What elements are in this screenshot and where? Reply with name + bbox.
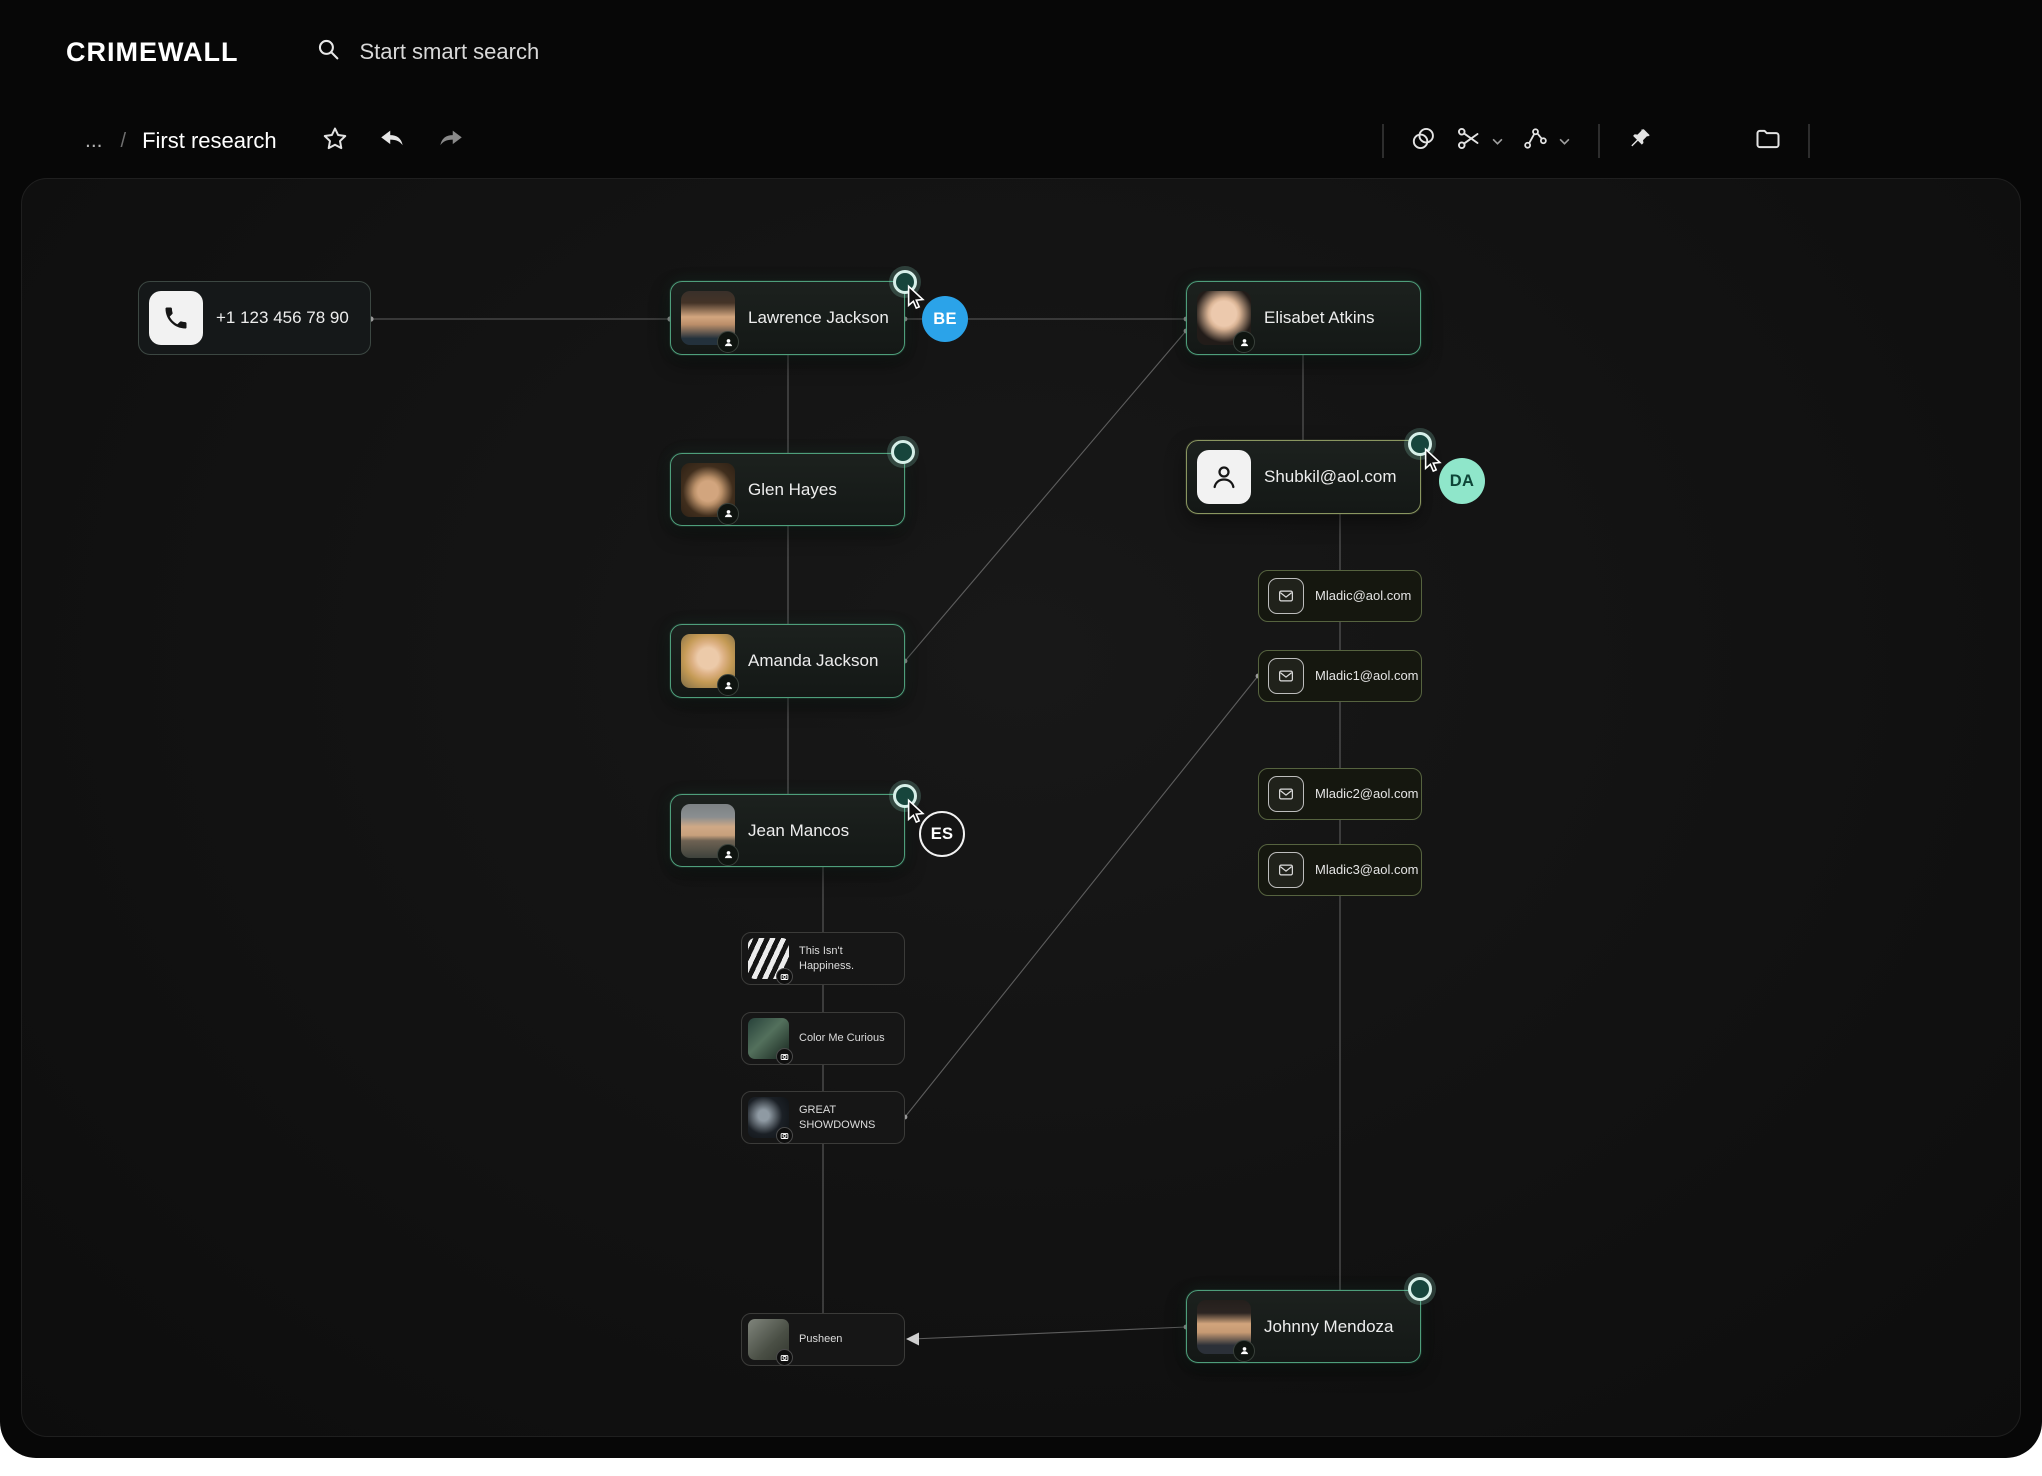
node-mladic1-email[interactable]: Mladic1@aol.com bbox=[1258, 650, 1422, 702]
node-label: Lawrence Jackson bbox=[748, 307, 889, 328]
node-mladic2-email[interactable]: Mladic2@aol.com bbox=[1258, 768, 1422, 820]
pin-button[interactable] bbox=[1618, 119, 1662, 163]
ellipse-select-icon bbox=[1411, 125, 1438, 157]
page-title: First research bbox=[142, 128, 276, 154]
account-icon bbox=[1197, 450, 1251, 504]
node-label: This Isn't Happiness. bbox=[799, 944, 894, 973]
node-label: Mladic3@aol.com bbox=[1315, 862, 1419, 878]
image-thumbnail bbox=[748, 1018, 789, 1059]
selection-ring bbox=[1408, 1277, 1432, 1301]
node-label: +1 123 456 78 90 bbox=[216, 307, 349, 328]
brand-logo: CRIMEWALL bbox=[66, 37, 238, 68]
node-lawrence-jackson[interactable]: Lawrence Jackson bbox=[670, 281, 905, 355]
phone-icon bbox=[149, 291, 203, 345]
node-label: GREAT SHOWDOWNS bbox=[799, 1103, 894, 1132]
node-elisabet-atkins[interactable]: Elisabet Atkins bbox=[1186, 281, 1421, 355]
node-mladic3-email[interactable]: Mladic3@aol.com bbox=[1258, 844, 1422, 896]
mail-icon bbox=[1268, 776, 1304, 812]
edge-layer bbox=[22, 179, 2021, 1437]
chevron-down-icon[interactable] bbox=[1492, 132, 1503, 150]
node-label: Johnny Mendoza bbox=[1264, 1316, 1393, 1337]
toolbar-right-group bbox=[1364, 104, 1828, 178]
node-label: Shubkil@aol.com bbox=[1264, 466, 1397, 487]
node-label: Elisabet Atkins bbox=[1264, 307, 1375, 328]
camera-badge-icon bbox=[776, 1048, 793, 1065]
camera-badge-icon bbox=[776, 1349, 793, 1366]
star-icon bbox=[321, 125, 349, 158]
node-glen-hayes[interactable]: Glen Hayes bbox=[670, 453, 905, 526]
cut-button[interactable] bbox=[1446, 119, 1490, 163]
node-shubkil-account[interactable]: Shubkil@aol.com bbox=[1186, 440, 1421, 514]
user-badge-be: BE bbox=[922, 296, 968, 342]
folder-button[interactable] bbox=[1746, 119, 1790, 163]
node-image-pusheen[interactable]: Pusheen bbox=[741, 1313, 905, 1366]
node-label: Amanda Jackson bbox=[748, 650, 878, 671]
node-image-happiness[interactable]: This Isn't Happiness. bbox=[741, 932, 905, 985]
node-label: Mladic2@aol.com bbox=[1315, 786, 1419, 802]
mail-icon bbox=[1268, 578, 1304, 614]
node-label: Pusheen bbox=[799, 1332, 842, 1346]
toolbar-divider bbox=[1598, 124, 1600, 158]
avatar bbox=[1197, 291, 1251, 345]
node-amanda-jackson[interactable]: Amanda Jackson bbox=[670, 624, 905, 698]
chevron-down-icon[interactable] bbox=[1559, 132, 1570, 150]
toolbar-divider bbox=[1808, 124, 1810, 158]
user-badge-da: DA bbox=[1439, 458, 1485, 504]
user-badge-es: ES bbox=[919, 811, 965, 857]
node-mladic-email[interactable]: Mladic@aol.com bbox=[1258, 570, 1422, 622]
node-image-showdowns[interactable]: GREAT SHOWDOWNS bbox=[741, 1091, 905, 1144]
node-label: Mladic1@aol.com bbox=[1315, 668, 1419, 684]
person-badge-icon bbox=[717, 503, 739, 525]
avatar bbox=[681, 634, 735, 688]
node-label: Jean Mancos bbox=[748, 820, 849, 841]
graph-canvas[interactable]: +1 123 456 78 90 Lawrence Jackson Elisab… bbox=[21, 178, 2021, 1437]
avatar bbox=[681, 804, 735, 858]
ellipse-select-button[interactable] bbox=[1402, 119, 1446, 163]
node-image-curious[interactable]: Color Me Curious bbox=[741, 1012, 905, 1065]
breadcrumb-separator: / bbox=[121, 130, 127, 153]
image-thumbnail bbox=[748, 1319, 789, 1360]
redo-icon bbox=[437, 125, 464, 157]
node-label: Color Me Curious bbox=[799, 1031, 885, 1045]
undo-button[interactable] bbox=[371, 119, 415, 163]
mail-icon bbox=[1268, 852, 1304, 888]
graph-layout-icon bbox=[1522, 125, 1549, 157]
avatar bbox=[681, 291, 735, 345]
toolbar: ... / First research bbox=[0, 104, 2042, 178]
top-bar: CRIMEWALL Start smart search bbox=[0, 0, 2042, 104]
redo-button[interactable] bbox=[429, 119, 473, 163]
node-jean-mancos[interactable]: Jean Mancos bbox=[670, 794, 905, 867]
person-badge-icon bbox=[717, 844, 739, 866]
pin-icon bbox=[1627, 126, 1653, 157]
search-icon bbox=[316, 37, 341, 67]
node-label: Glen Hayes bbox=[748, 479, 837, 500]
person-badge-icon bbox=[717, 674, 739, 696]
image-thumbnail bbox=[748, 1097, 789, 1138]
image-thumbnail bbox=[748, 938, 789, 979]
person-badge-icon bbox=[717, 331, 739, 353]
avatar bbox=[1197, 1300, 1251, 1354]
smart-search-input[interactable]: Start smart search bbox=[316, 37, 539, 67]
toolbar-divider bbox=[1382, 124, 1384, 158]
node-johnny-mendoza[interactable]: Johnny Mendoza bbox=[1186, 1290, 1421, 1363]
camera-badge-icon bbox=[776, 968, 793, 985]
node-phone[interactable]: +1 123 456 78 90 bbox=[138, 281, 371, 355]
breadcrumb-ellipsis[interactable]: ... bbox=[85, 129, 103, 153]
undo-icon bbox=[379, 125, 406, 157]
person-badge-icon bbox=[1233, 331, 1255, 353]
person-badge-icon bbox=[1233, 1340, 1255, 1362]
camera-badge-icon bbox=[776, 1127, 793, 1144]
selection-ring bbox=[891, 440, 915, 464]
avatar bbox=[681, 463, 735, 517]
mail-icon bbox=[1268, 658, 1304, 694]
search-placeholder: Start smart search bbox=[359, 39, 539, 65]
graph-layout-button[interactable] bbox=[1513, 119, 1557, 163]
cut-icon bbox=[1455, 125, 1482, 157]
app-window: CRIMEWALL Start smart search ... / First… bbox=[0, 0, 2042, 1458]
node-label: Mladic@aol.com bbox=[1315, 588, 1411, 604]
folder-icon bbox=[1754, 125, 1782, 158]
favorite-star-button[interactable] bbox=[313, 119, 357, 163]
